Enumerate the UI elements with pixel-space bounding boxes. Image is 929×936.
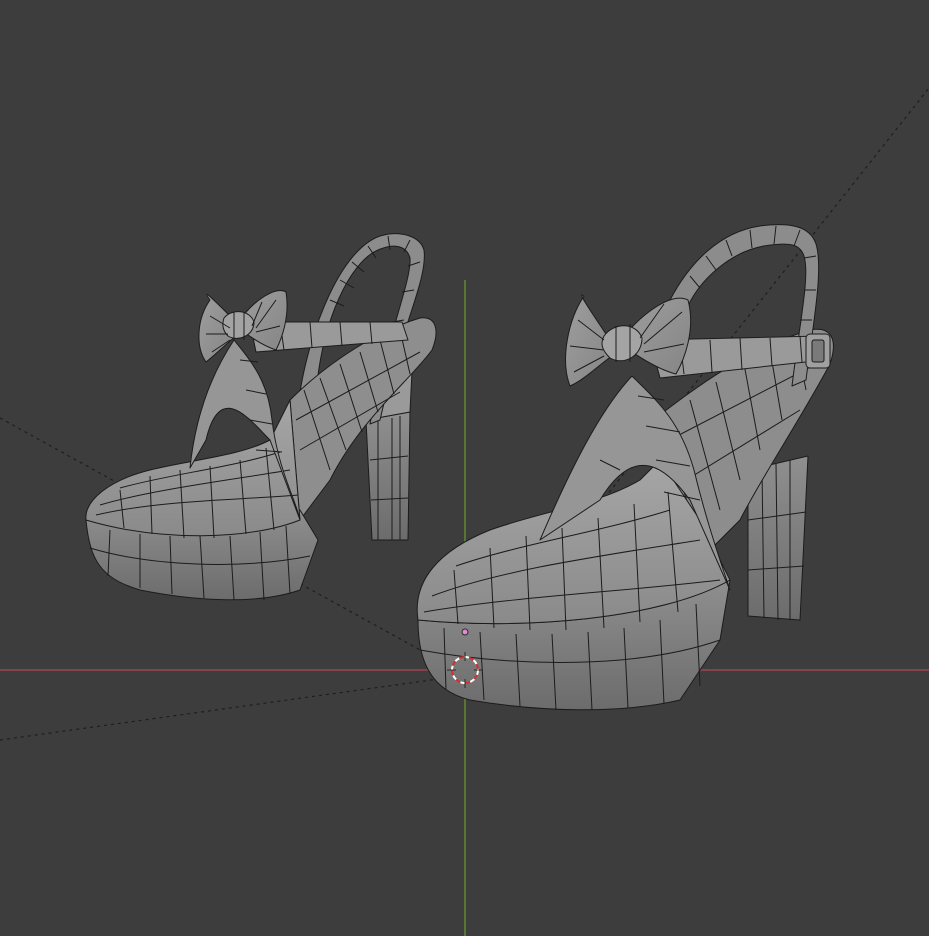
- right-shoe-bow[interactable]: [565, 294, 692, 387]
- object-origin-dot[interactable]: [461, 628, 469, 636]
- 3d-viewport[interactable]: [0, 0, 929, 936]
- left-shoe[interactable]: [85, 233, 437, 601]
- viewport-canvas[interactable]: [0, 0, 929, 936]
- left-shoe-heel[interactable]: [365, 411, 411, 541]
- right-shoe[interactable]: [416, 224, 834, 711]
